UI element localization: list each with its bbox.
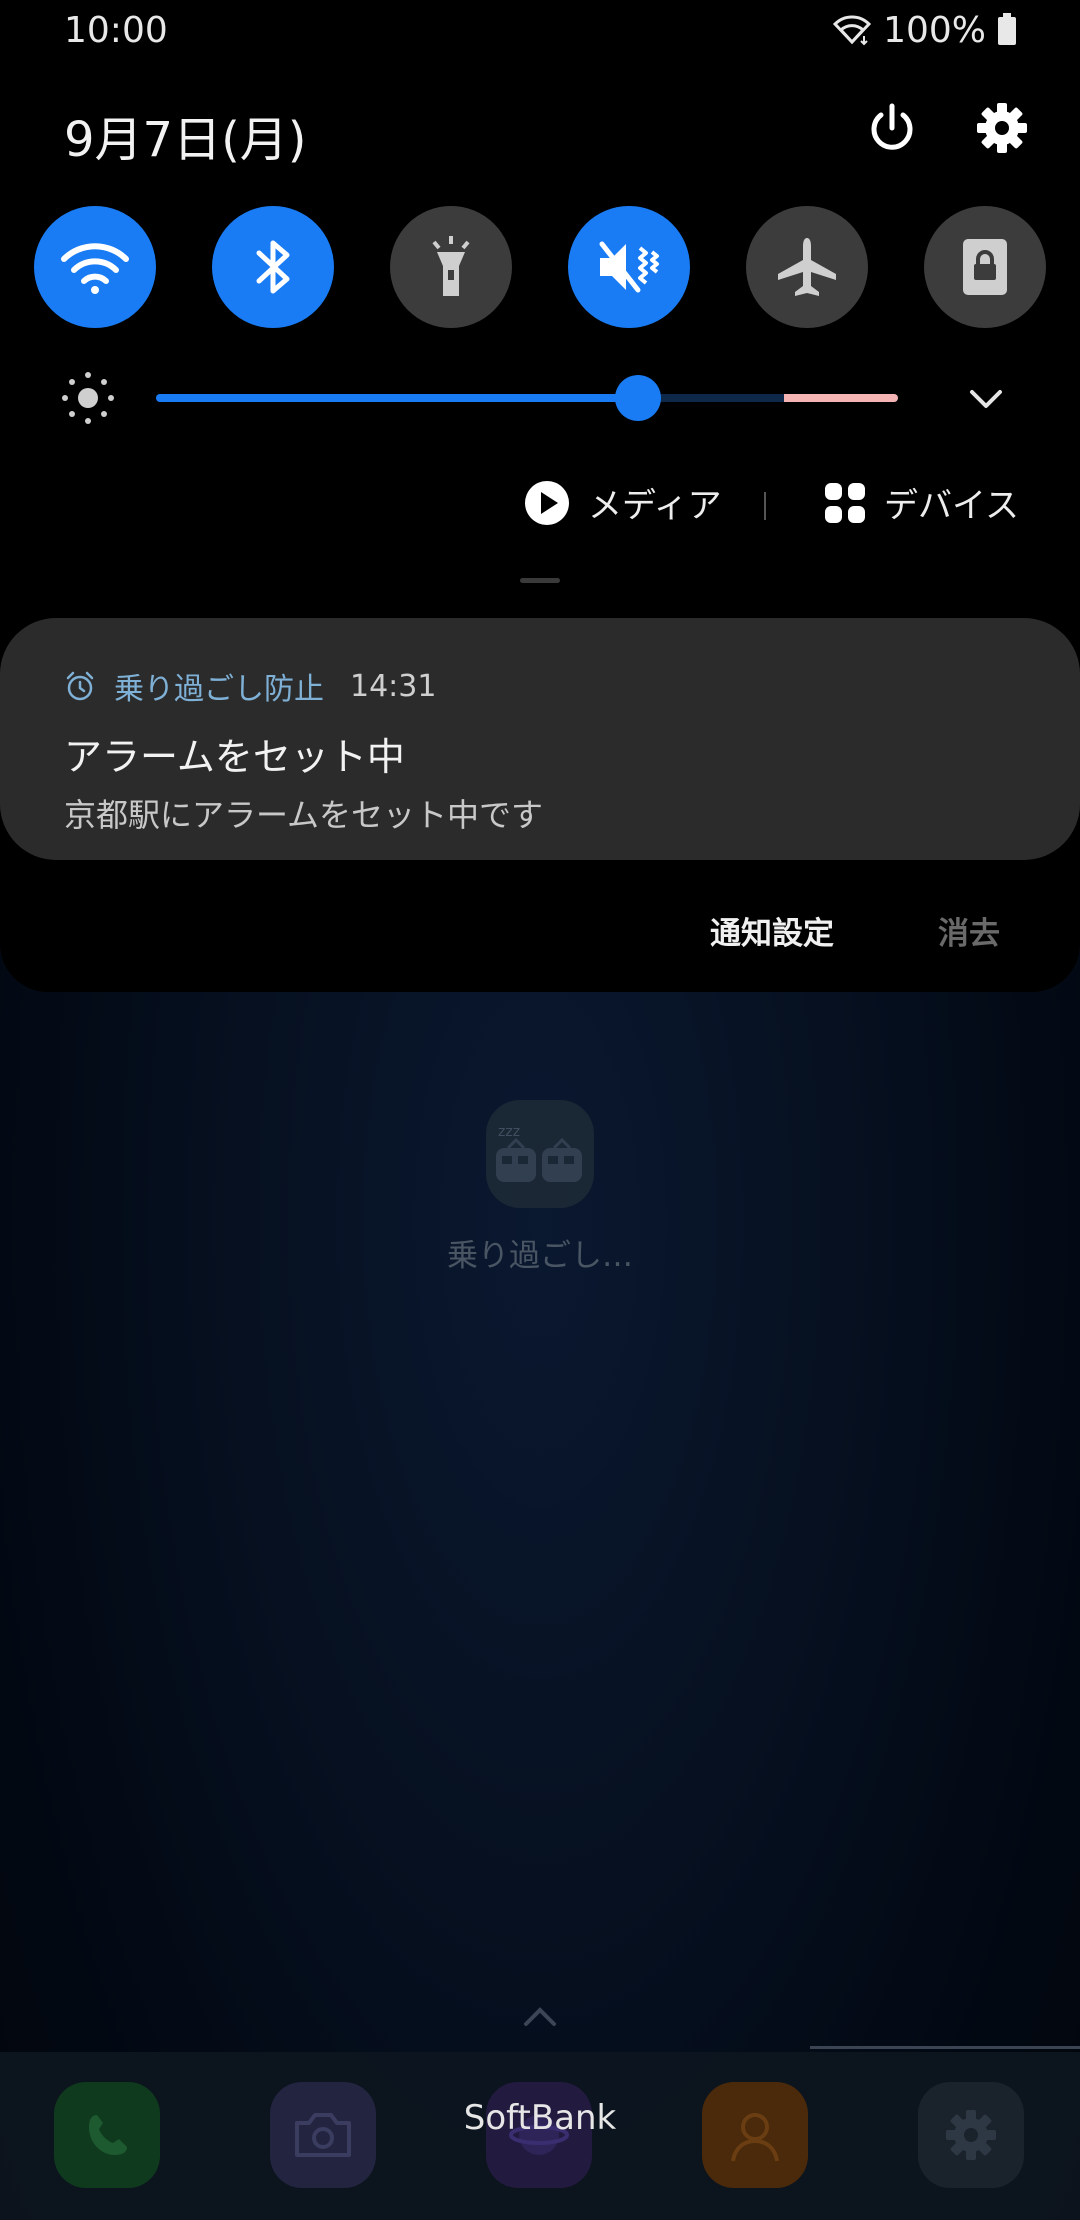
bluetooth-toggle[interactable] [212, 206, 334, 328]
devices-label: デバイス [884, 486, 1019, 526]
expand-chevron-down-icon[interactable] [964, 376, 1008, 420]
brightness-control [0, 366, 1080, 430]
wifi-status-icon [831, 12, 873, 50]
status-time: 10:00 [64, 10, 168, 51]
vibrate-toggle[interactable] [568, 206, 690, 328]
notification-time: 14:31 [350, 668, 437, 704]
brightness-track[interactable] [156, 394, 898, 402]
clear-button[interactable]: 消去 [938, 908, 1000, 953]
brightness-fill [156, 394, 639, 402]
notification-actions: 通知設定 消去 [0, 908, 1080, 956]
app-label: 乗り過ごし… [447, 1238, 633, 1274]
battery-percent: 100% [883, 10, 986, 51]
brightness-icon [62, 372, 114, 424]
wifi-icon [61, 243, 129, 294]
brightness-slider-thumb[interactable] [615, 375, 662, 421]
vibrate-icon [599, 241, 659, 293]
power-button[interactable] [862, 98, 922, 158]
notification-header: 乗り過ごし防止 14:31 [64, 664, 436, 708]
status-indicators: 100% [831, 10, 1018, 51]
notification-body: 京都駅にアラームをセット中です [64, 796, 544, 834]
airplane-toggle[interactable] [746, 206, 868, 328]
settings-button[interactable] [972, 98, 1032, 158]
date-label: 9月7日(月) [64, 112, 307, 168]
media-device-row: メディア デバイス [0, 478, 1080, 534]
brightness-warning-zone [784, 394, 898, 402]
media-label: メディア [588, 486, 722, 526]
quick-panel: 10:00 100% 9月7日(月) メディア デバイス 乗り過ごし防止 14:… [0, 0, 1080, 992]
devices-button[interactable]: デバイス [824, 478, 1019, 527]
dock-indicator [810, 2046, 1080, 2049]
flashlight-toggle[interactable] [390, 206, 512, 328]
battery-icon [996, 12, 1018, 50]
media-button[interactable]: メディア [524, 478, 722, 527]
notification-app-name: 乗り過ごし防止 [114, 672, 324, 707]
lock-icon [963, 239, 1007, 295]
notification-card[interactable]: 乗り過ごし防止 14:31 アラームをセット中 京都駅にアラームをセット中です [0, 618, 1080, 860]
devices-grid-icon [825, 482, 865, 523]
power-icon [871, 103, 913, 150]
wifi-toggle[interactable] [34, 206, 156, 328]
notification-title: アラームをセット中 [64, 735, 405, 779]
home-app-shortcut[interactable]: zzz 乗り過ごし… [446, 1100, 634, 1275]
status-bar: 10:00 100% [0, 0, 1080, 66]
play-icon [525, 480, 569, 525]
gear-icon [977, 103, 1027, 153]
chevron-up-icon[interactable] [522, 2004, 558, 2028]
bluetooth-icon [256, 240, 290, 294]
svg-text:zzz: zzz [498, 1124, 520, 1140]
divider [764, 492, 766, 520]
alarm-clock-icon [66, 671, 94, 701]
flashlight-icon [432, 236, 470, 296]
panel-handle[interactable] [520, 578, 560, 583]
airplane-icon [778, 238, 836, 296]
carrier-label: SoftBank [463, 2098, 617, 2138]
lock-rotation-toggle[interactable] [924, 206, 1046, 328]
train-alarm-app-icon: zzz [486, 1100, 594, 1208]
notification-settings-button[interactable]: 通知設定 [710, 908, 834, 953]
quick-settings-tiles [0, 206, 1080, 330]
